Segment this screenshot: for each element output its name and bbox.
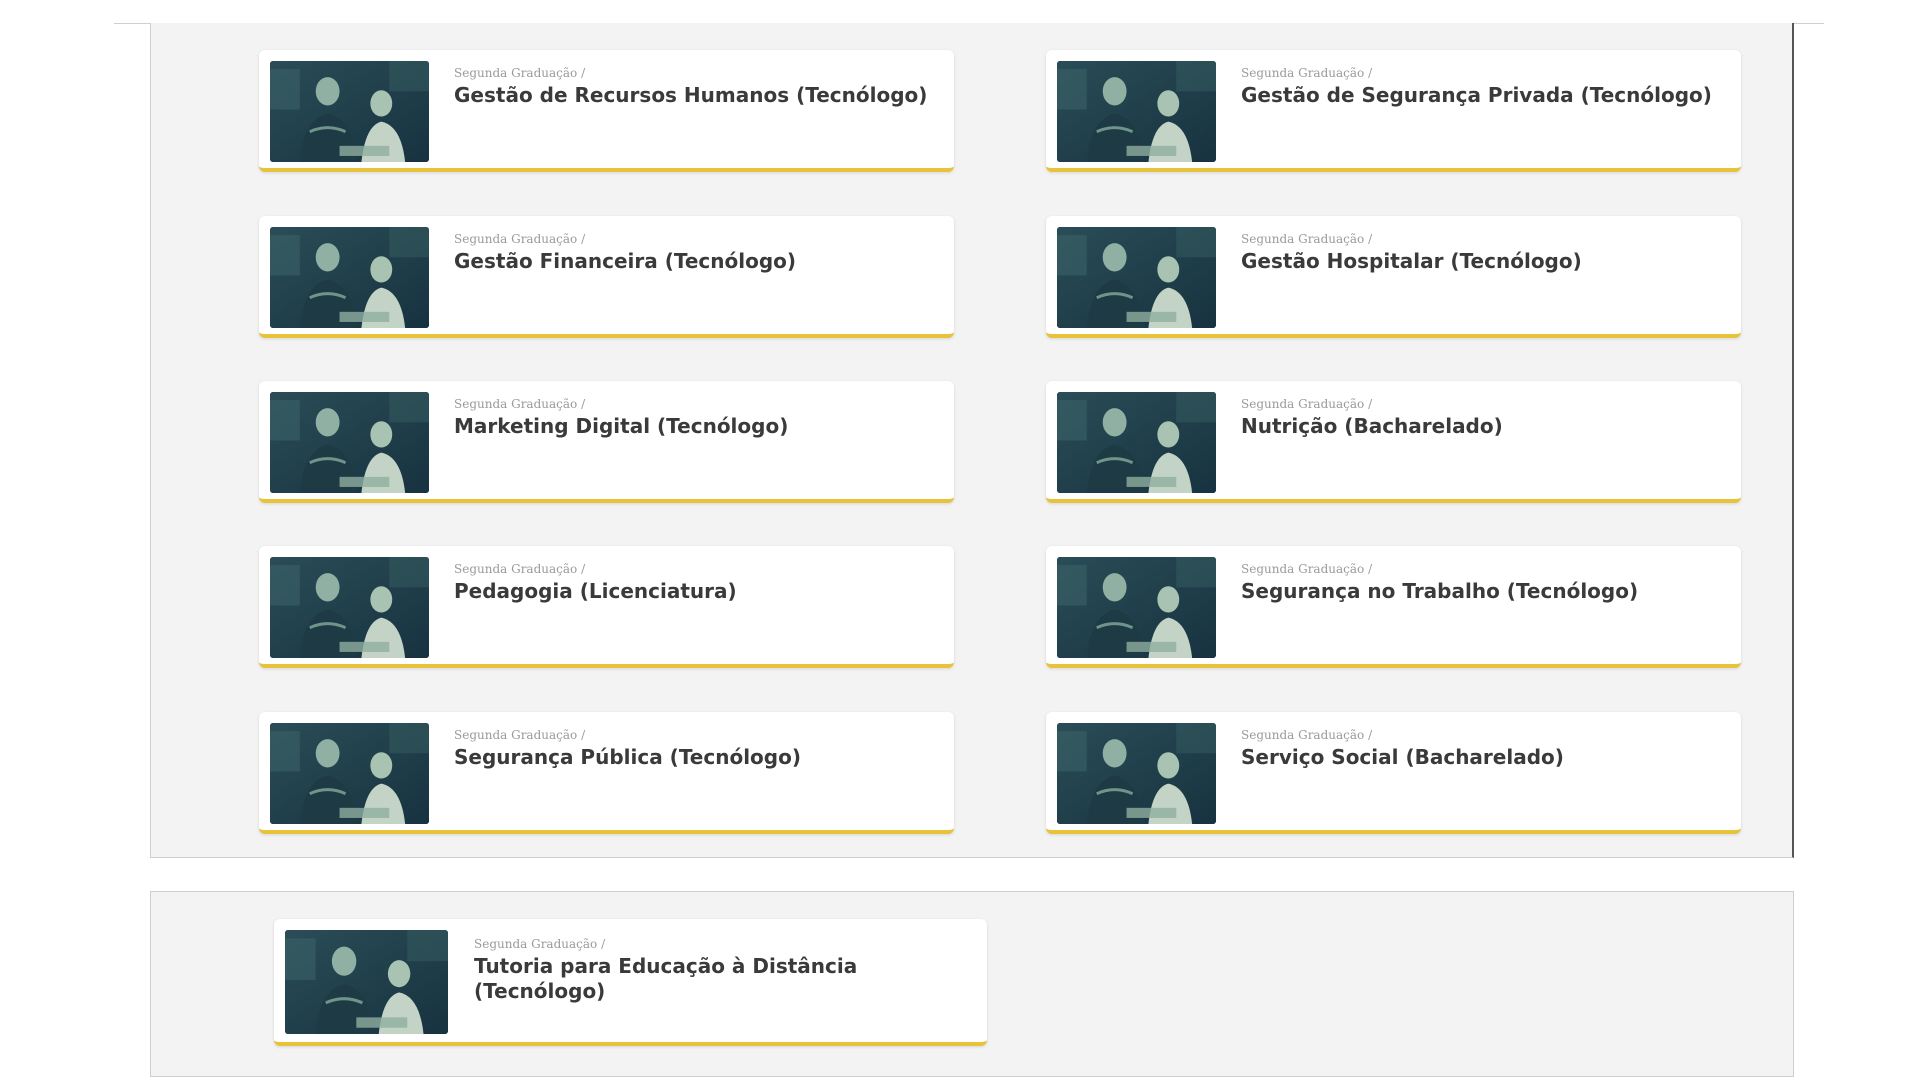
course-breadcrumb: Segunda Graduação /	[1241, 66, 1373, 80]
course-breadcrumb: Segunda Graduação /	[1241, 232, 1373, 246]
course-card[interactable]: Segunda Graduação / Marketing Digital (T…	[259, 381, 954, 503]
course-breadcrumb: Segunda Graduação /	[1241, 562, 1373, 576]
course-title[interactable]: Gestão de Recursos Humanos (Tecnólogo)	[454, 83, 936, 108]
course-card[interactable]: Segunda Graduação / Segurança no Trabalh…	[1046, 546, 1741, 668]
course-card[interactable]: Segunda Graduação / Gestão de Recursos H…	[259, 50, 954, 172]
course-card[interactable]: Segunda Graduação / Segurança Pública (T…	[259, 712, 954, 834]
course-breadcrumb: Segunda Graduação /	[454, 562, 586, 576]
course-breadcrumb: Segunda Graduação /	[1241, 397, 1373, 411]
course-card[interactable]: Segunda Graduação / Serviço Social (Bach…	[1046, 712, 1741, 834]
course-thumbnail-image	[270, 227, 429, 328]
course-thumbnail-image	[1057, 61, 1216, 162]
course-title[interactable]: Gestão de Segurança Privada (Tecnólogo)	[1241, 83, 1723, 108]
course-thumbnail-image	[1057, 723, 1216, 824]
course-thumbnail-image	[1057, 392, 1216, 493]
course-title[interactable]: Gestão Hospitalar (Tecnólogo)	[1241, 249, 1723, 274]
course-breadcrumb: Segunda Graduação /	[474, 937, 606, 951]
course-thumbnail-image	[270, 61, 429, 162]
course-grid-panel: Segunda Graduação / Gestão de Recursos H…	[150, 23, 1794, 858]
course-thumbnail-image	[270, 723, 429, 824]
course-card[interactable]: Segunda Graduação / Pedagogia (Licenciat…	[259, 546, 954, 668]
course-card[interactable]: Segunda Graduação / Gestão Financeira (T…	[259, 216, 954, 338]
course-title[interactable]: Tutoria para Educação à Distância (Tecnó…	[474, 954, 969, 1004]
course-card[interactable]: Segunda Graduação / Tutoria para Educaçã…	[274, 919, 987, 1046]
course-title[interactable]: Segurança Pública (Tecnólogo)	[454, 745, 936, 770]
course-breadcrumb: Segunda Graduação /	[454, 397, 586, 411]
course-title[interactable]: Segurança no Trabalho (Tecnólogo)	[1241, 579, 1723, 604]
course-title[interactable]: Serviço Social (Bacharelado)	[1241, 745, 1723, 770]
course-title[interactable]: Nutrição (Bacharelado)	[1241, 414, 1723, 439]
course-breadcrumb: Segunda Graduação /	[454, 66, 586, 80]
course-thumbnail-image	[1057, 557, 1216, 658]
course-thumbnail-image	[1057, 227, 1216, 328]
course-thumbnail-image	[270, 557, 429, 658]
course-card[interactable]: Segunda Graduação / Gestão Hospitalar (T…	[1046, 216, 1741, 338]
course-thumbnail-image	[270, 392, 429, 493]
course-title[interactable]: Pedagogia (Licenciatura)	[454, 579, 936, 604]
course-card[interactable]: Segunda Graduação / Gestão de Segurança …	[1046, 50, 1741, 172]
course-breadcrumb: Segunda Graduação /	[454, 728, 586, 742]
course-breadcrumb: Segunda Graduação /	[1241, 728, 1373, 742]
course-title[interactable]: Gestão Financeira (Tecnólogo)	[454, 249, 936, 274]
course-card[interactable]: Segunda Graduação / Nutrição (Bacharelad…	[1046, 381, 1741, 503]
course-grid-panel-extra: Segunda Graduação / Tutoria para Educaçã…	[150, 891, 1794, 1077]
course-breadcrumb: Segunda Graduação /	[454, 232, 586, 246]
course-title[interactable]: Marketing Digital (Tecnólogo)	[454, 414, 936, 439]
course-thumbnail-image	[285, 930, 448, 1034]
